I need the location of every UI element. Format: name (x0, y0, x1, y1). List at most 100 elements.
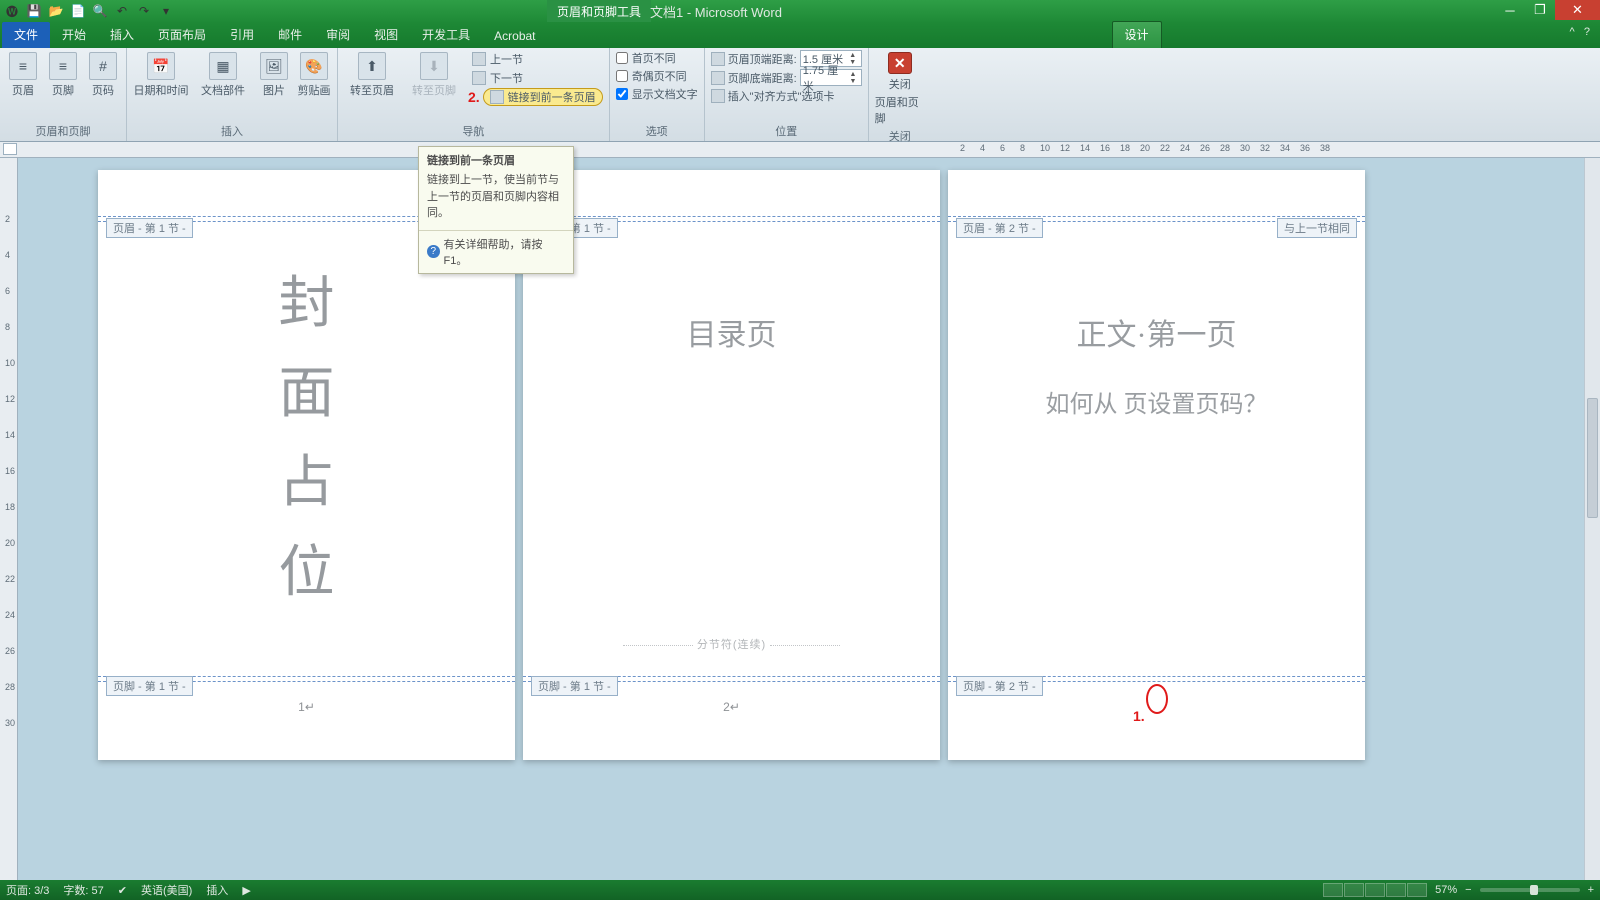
annotation-2: 2. (468, 89, 480, 105)
save-icon[interactable]: 💾 (26, 3, 42, 19)
docparts-icon: ▦ (209, 52, 237, 80)
view-print-layout[interactable] (1323, 883, 1343, 897)
picture-icon: 🖼 (260, 52, 288, 80)
status-page[interactable]: 页面: 3/3 (6, 882, 49, 898)
page-2[interactable]: 页眉 - 第 1 节 - 目录页 分节符(连续) 页脚 - 第 1 节 - 2↵ (523, 170, 940, 760)
goto-footer-button[interactable]: ⬇转至页脚 (406, 50, 462, 98)
picture-button[interactable]: 🖼图片 (257, 50, 291, 98)
group-header-footer: ≡页眉 ≡页脚 #页码 页眉和页脚 (0, 48, 127, 141)
title-bar: 🅦 💾 📂 📄 🔍 ↶ ↷ ▾ 页眉和页脚工具 文档1 - Microsoft … (0, 0, 1600, 22)
goto-header-icon: ⬆ (358, 52, 386, 80)
footer-dist-icon (711, 71, 725, 85)
docparts-button[interactable]: ▦文档部件 (195, 50, 251, 98)
group-options: 首页不同 奇偶页不同 显示文档文字 选项 (610, 48, 705, 141)
prev-icon (472, 52, 486, 66)
word-app-icon: 🅦 (4, 3, 20, 19)
page-number-button[interactable]: #页码 (86, 50, 120, 98)
status-words[interactable]: 字数: 57 (63, 882, 103, 898)
tab-developer[interactable]: 开发工具 (410, 22, 482, 48)
horizontal-ruler[interactable]: 2468101214161820222426283032343638 (0, 142, 1600, 158)
redo-icon[interactable]: ↷ (136, 3, 152, 19)
qat-dropdown-icon[interactable]: ▾ (158, 3, 174, 19)
tooltip-title: 链接到前一条页眉 (419, 147, 573, 170)
view-web[interactable] (1365, 883, 1385, 897)
document-pages: 页眉 - 第 1 节 - 封 面 占 位 页脚 - 第 1 节 - 1↵ 页眉 … (18, 158, 1600, 880)
group-navigation: ⬆转至页眉 ⬇转至页脚 上一节 下一节 2. 链接到前一条页眉 导航 (338, 48, 610, 141)
scrollbar-thumb[interactable] (1587, 398, 1598, 518)
datetime-button[interactable]: 📅日期和时间 (133, 50, 189, 98)
ruler-corner[interactable] (3, 143, 17, 155)
ribbon: ≡页眉 ≡页脚 #页码 页眉和页脚 📅日期和时间 ▦文档部件 🖼图片 🎨剪贴画 … (0, 48, 1600, 142)
page-content: 正文·第一页 如何从 页设置页码？ (968, 260, 1345, 640)
diff-odd-even-checkbox[interactable]: 奇偶页不同 (616, 68, 698, 84)
vertical-ruler[interactable]: 24681012141618202224262830 (0, 158, 18, 880)
zoom-thumb[interactable] (1530, 885, 1538, 895)
page-3[interactable]: 页眉 - 第 2 节 - 与上一节相同 正文·第一页 如何从 页设置页码？ 页脚… (948, 170, 1365, 760)
close-header-footer-button[interactable]: ✕ 关闭 页眉和页脚 (875, 50, 925, 126)
restore-button[interactable]: ❐ (1525, 0, 1555, 20)
header-button[interactable]: ≡页眉 (6, 50, 40, 98)
prev-section-button[interactable]: 上一节 (468, 50, 603, 68)
preview-icon[interactable]: 🔍 (92, 3, 108, 19)
same-as-previous-tag: 与上一节相同 (1277, 218, 1357, 238)
clipart-icon: 🎨 (300, 52, 328, 80)
close-window-button[interactable]: ✕ (1555, 0, 1600, 20)
next-icon (472, 71, 486, 85)
ribbon-tabs: 文件 开始 插入 页面布局 引用 邮件 审阅 视图 开发工具 Acrobat 设… (0, 22, 1600, 48)
zoom-in-button[interactable]: + (1588, 884, 1594, 896)
zoom-percent[interactable]: 57% (1435, 884, 1457, 896)
group-label: 插入 (133, 121, 331, 141)
tab-review[interactable]: 审阅 (314, 22, 362, 48)
insert-align-tab-button[interactable]: 插入"对齐方式"选项卡 (711, 88, 862, 104)
header-dist-icon (711, 52, 725, 66)
group-position: 页眉顶端距离:1.5 厘米▲▼ 页脚底端距离:1.75 厘米▲▼ 插入"对齐方式… (705, 48, 869, 141)
minimize-button[interactable]: ─ (1495, 0, 1525, 20)
page-content: 封 面 占 位 (118, 260, 495, 640)
tab-home[interactable]: 开始 (50, 22, 98, 48)
zoom-out-button[interactable]: − (1465, 884, 1471, 896)
contextual-tab-label: 页眉和页脚工具 (547, 0, 651, 22)
undo-icon[interactable]: ↶ (114, 3, 130, 19)
window-controls: ─ ❐ ✕ (1495, 0, 1600, 20)
status-language[interactable]: 英语(美国) (141, 882, 192, 898)
tab-acrobat[interactable]: Acrobat (482, 25, 547, 48)
open-icon[interactable]: 📂 (48, 3, 64, 19)
link-to-previous-button[interactable]: 链接到前一条页眉 (483, 88, 603, 106)
tab-page-layout[interactable]: 页面布局 (146, 22, 218, 48)
next-section-button[interactable]: 下一节 (468, 69, 603, 87)
clipart-button[interactable]: 🎨剪贴画 (297, 50, 331, 98)
goto-header-button[interactable]: ⬆转至页眉 (344, 50, 400, 98)
view-draft[interactable] (1407, 883, 1427, 897)
view-full-reading[interactable] (1344, 883, 1364, 897)
footer-button[interactable]: ≡页脚 (46, 50, 80, 98)
vertical-scrollbar[interactable] (1584, 158, 1600, 880)
status-mode[interactable]: 插入 (206, 882, 228, 898)
tooltip-link-to-previous: 链接到前一条页眉 链接到上一节，使当前节与上一节的页眉和页脚内容相同。 ?有关详… (418, 146, 574, 274)
show-doc-text-checkbox[interactable]: 显示文档文字 (616, 86, 698, 102)
tab-view[interactable]: 视图 (362, 22, 410, 48)
status-macro-icon[interactable]: ▶ (242, 884, 250, 897)
header-dist-label: 页眉顶端距离: (728, 51, 797, 67)
tooltip-help: ?有关详细帮助，请按 F1。 (419, 230, 573, 273)
page-number-cursor[interactable] (948, 684, 1365, 714)
tab-mailings[interactable]: 邮件 (266, 22, 314, 48)
calendar-icon: 📅 (147, 52, 175, 80)
header-icon: ≡ (9, 52, 37, 80)
tab-references[interactable]: 引用 (218, 22, 266, 48)
close-icon: ✕ (888, 52, 912, 74)
header-tag: 页眉 - 第 1 节 - (106, 218, 193, 238)
status-proof-icon[interactable]: ✔ (118, 884, 127, 897)
tab-file[interactable]: 文件 (2, 22, 50, 48)
goto-footer-icon: ⬇ (420, 52, 448, 80)
ribbon-collapse-icon[interactable]: ^ ? (1570, 26, 1590, 38)
tab-design[interactable]: 设计 (1112, 21, 1162, 48)
group-insert: 📅日期和时间 ▦文档部件 🖼图片 🎨剪贴画 插入 (127, 48, 338, 141)
footer-dist-input[interactable]: 1.75 厘米▲▼ (800, 69, 862, 86)
view-outline[interactable] (1386, 883, 1406, 897)
page-content: 目录页 (543, 260, 920, 640)
new-icon[interactable]: 📄 (70, 3, 86, 19)
tab-insert[interactable]: 插入 (98, 22, 146, 48)
zoom-slider[interactable] (1480, 888, 1580, 892)
diff-first-page-checkbox[interactable]: 首页不同 (616, 50, 698, 66)
status-bar: 页面: 3/3 字数: 57 ✔ 英语(美国) 插入 ▶ 57% − + (0, 880, 1600, 900)
